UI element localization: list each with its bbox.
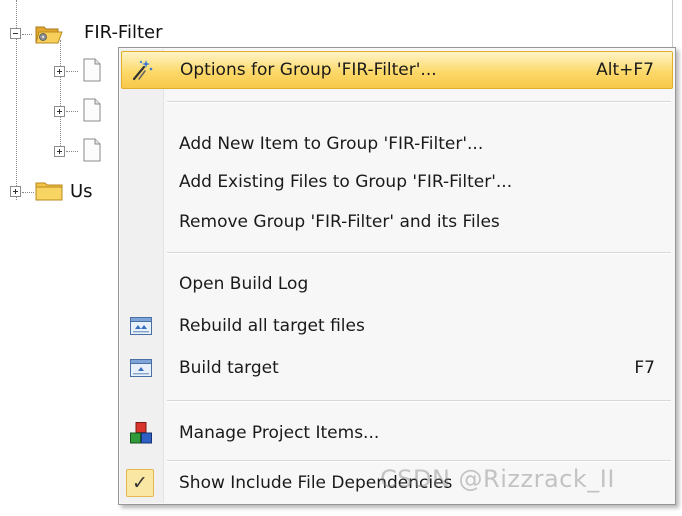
menu-separator bbox=[167, 460, 671, 462]
menu-item-label: Options for Group 'FIR-Filter'... bbox=[180, 60, 437, 80]
menu-item-show-include-dependencies[interactable]: ✓ Show Include File Dependencies bbox=[121, 464, 673, 502]
menu-separator bbox=[167, 400, 671, 402]
menu-item-options-for-group[interactable]: Options for Group 'FIR-Filter'... Alt+F7 bbox=[121, 51, 673, 89]
tree-connector bbox=[22, 192, 34, 193]
options-wand-icon bbox=[130, 58, 154, 82]
open-folder-icon bbox=[34, 22, 64, 46]
menu-item-remove-group[interactable]: Remove Group 'FIR-Filter' and its Files bbox=[121, 203, 673, 241]
tree-group-label[interactable]: FIR-Filter bbox=[84, 22, 163, 43]
menu-item-label: Open Build Log bbox=[179, 274, 309, 294]
manage-project-items-icon bbox=[129, 421, 153, 445]
file-icon bbox=[82, 138, 102, 162]
menu-separator bbox=[167, 252, 671, 254]
expand-icon[interactable] bbox=[54, 106, 65, 117]
menu-item-label: Show Include File Dependencies bbox=[179, 473, 453, 493]
file-icon bbox=[82, 98, 102, 122]
menu-item-label: Build target bbox=[179, 358, 279, 378]
checkmark-icon: ✓ bbox=[126, 469, 154, 497]
tree-connector bbox=[22, 34, 32, 35]
expand-icon[interactable] bbox=[54, 146, 65, 157]
menu-item-shortcut: Alt+F7 bbox=[596, 60, 654, 80]
menu-item-open-build-log[interactable]: Open Build Log bbox=[121, 265, 673, 303]
tree-connector bbox=[66, 151, 78, 152]
build-icon bbox=[129, 356, 153, 380]
tree-connector bbox=[60, 40, 61, 156]
tree-connector bbox=[66, 71, 78, 72]
menu-item-label: Add Existing Files to Group 'FIR-Filter'… bbox=[179, 172, 513, 192]
collapse-icon[interactable] bbox=[10, 28, 21, 39]
tree-connector bbox=[66, 111, 78, 112]
menu-item-shortcut: F7 bbox=[634, 358, 655, 378]
rebuild-icon bbox=[129, 314, 153, 338]
menu-separator bbox=[167, 101, 671, 103]
folder-icon bbox=[34, 180, 64, 202]
menu-item-label: Remove Group 'FIR-Filter' and its Files bbox=[179, 212, 500, 232]
menu-item-label: Manage Project Items... bbox=[179, 423, 380, 443]
menu-item-label: Rebuild all target files bbox=[179, 316, 365, 336]
menu-item-add-existing-files[interactable]: Add Existing Files to Group 'FIR-Filter'… bbox=[121, 163, 673, 201]
menu-item-add-new-item[interactable]: Add New Item to Group 'FIR-Filter'... bbox=[121, 125, 673, 163]
expand-icon[interactable] bbox=[10, 186, 21, 197]
menu-item-manage-project-items[interactable]: Manage Project Items... bbox=[121, 414, 673, 452]
tree-group-label[interactable]: Us bbox=[70, 181, 93, 202]
menu-item-rebuild-all[interactable]: Rebuild all target files bbox=[121, 307, 673, 345]
menu-item-build-target[interactable]: Build target F7 bbox=[121, 349, 673, 387]
context-menu: Options for Group 'FIR-Filter'... Alt+F7… bbox=[118, 47, 676, 505]
menu-item-label: Add New Item to Group 'FIR-Filter'... bbox=[179, 134, 484, 154]
file-icon bbox=[82, 58, 102, 82]
expand-icon[interactable] bbox=[54, 66, 65, 77]
